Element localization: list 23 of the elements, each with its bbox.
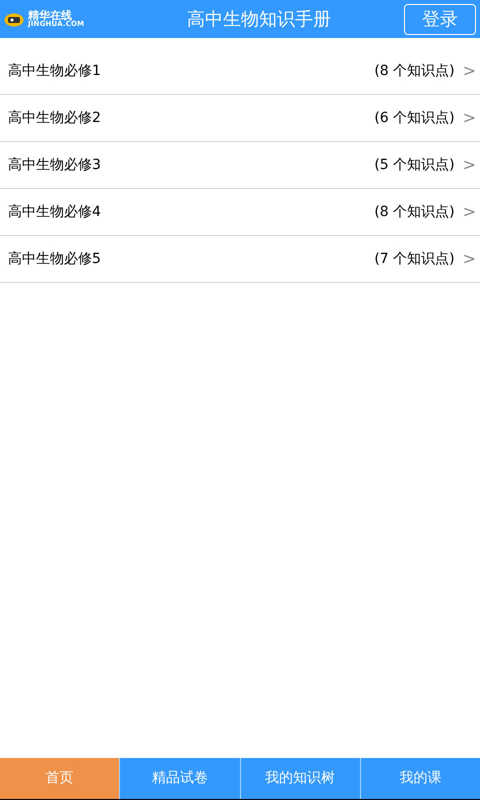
list-item[interactable]: 高中生物必修5 (7 个知识点) >	[0, 236, 480, 283]
item-title: 高中生物必修2	[8, 108, 102, 128]
item-title: 高中生物必修4	[8, 202, 102, 222]
list-item[interactable]: 高中生物必修3 (5 个知识点) >	[0, 142, 480, 189]
chevron-icon: >	[462, 106, 476, 130]
logo-name: 精华在线	[28, 10, 72, 21]
chevron-icon: >	[462, 200, 476, 224]
item-count: (5 个知识点)	[374, 156, 455, 174]
list-item[interactable]: 高中生物必修4 (8 个知识点) >	[0, 189, 480, 236]
list-item[interactable]: 高中生物必修1 (8 个知识点) >	[0, 48, 480, 95]
item-count: (8 个知识点)	[374, 202, 455, 222]
item-title: 高中生物必修1	[8, 62, 102, 80]
list-item[interactable]: 高中生物必修2 (6 个知识点) >	[0, 95, 480, 142]
chevron-icon: >	[462, 59, 476, 83]
item-count: (7 个知识点)	[374, 250, 455, 268]
item-count: (6 个知识点)	[374, 108, 455, 128]
item-count: (8 个知识点)	[374, 62, 455, 80]
page-title: 高中生物知识手册	[187, 8, 331, 32]
item-title: 高中生物必修5	[8, 250, 102, 268]
item-title: 高中生物必修3	[8, 156, 102, 174]
chevron-icon: >	[462, 153, 476, 177]
logo-icon	[4, 11, 24, 27]
chevron-icon: >	[462, 247, 476, 271]
